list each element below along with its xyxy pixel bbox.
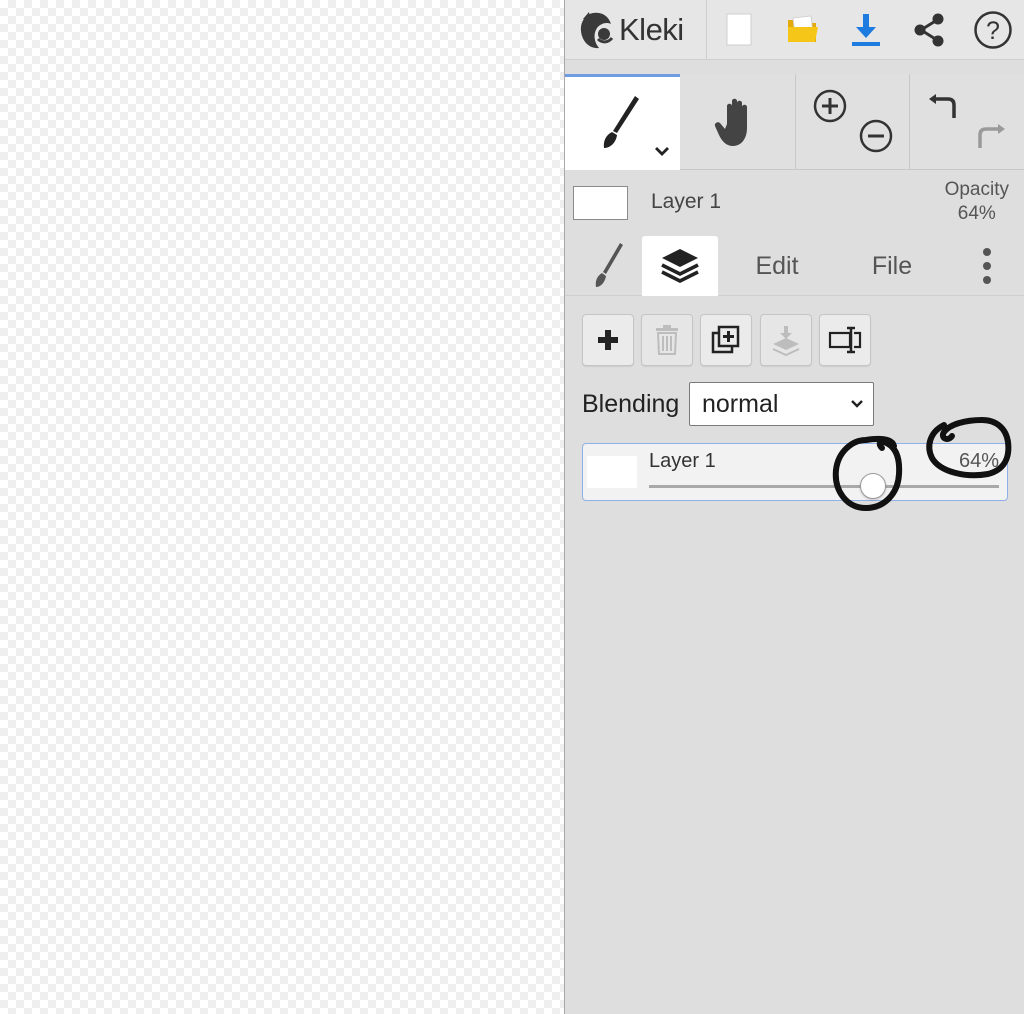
open-folder-icon bbox=[788, 15, 818, 42]
download-icon bbox=[852, 14, 880, 46]
layer-opacity-slider[interactable] bbox=[649, 485, 999, 488]
layer-opacity-slider-handle[interactable] bbox=[860, 473, 886, 499]
download-button[interactable] bbox=[842, 6, 890, 54]
share-button[interactable] bbox=[905, 6, 953, 54]
chevron-down-icon bbox=[851, 400, 863, 408]
hand-icon bbox=[714, 98, 747, 146]
new-image-button[interactable] bbox=[715, 6, 763, 54]
brush-tool-button[interactable] bbox=[565, 74, 680, 170]
blending-value: normal bbox=[702, 389, 779, 418]
primary-color-swatch[interactable] bbox=[573, 186, 628, 220]
trash-icon bbox=[656, 325, 678, 355]
panel-tabs: Edit File bbox=[565, 234, 1024, 296]
hand-tool-button[interactable] bbox=[680, 74, 795, 170]
toolbar-divider bbox=[706, 0, 707, 60]
brush-tab-icon bbox=[595, 243, 623, 287]
rename-icon bbox=[828, 326, 862, 354]
duplicate-icon bbox=[711, 325, 740, 354]
open-file-button[interactable] bbox=[779, 6, 827, 54]
duplicate-layer-button[interactable] bbox=[700, 314, 752, 366]
sidebar: Kleki ? Layer 1 Opacity 64% Edit File Bl… bbox=[564, 0, 1024, 1014]
layer-thumbnail bbox=[587, 456, 637, 488]
tab-file[interactable]: File bbox=[841, 236, 943, 296]
chevron-down-icon[interactable] bbox=[653, 145, 671, 159]
merge-down-icon bbox=[772, 326, 800, 356]
tab-edit[interactable]: Edit bbox=[725, 236, 829, 296]
layer-opacity-percent: 64% bbox=[958, 450, 999, 472]
delete-layer-button[interactable] bbox=[641, 314, 693, 366]
zoom-in-icon[interactable] bbox=[812, 88, 848, 124]
logo-icon bbox=[580, 12, 614, 49]
zoom-controls bbox=[795, 74, 910, 170]
merge-layer-button[interactable] bbox=[760, 314, 812, 366]
tab-brush[interactable] bbox=[575, 236, 643, 296]
undo-icon[interactable] bbox=[926, 88, 962, 124]
more-menu-button[interactable] bbox=[965, 236, 1009, 296]
blending-select[interactable]: normal bbox=[689, 382, 874, 426]
layer-name: Layer 1 bbox=[649, 450, 716, 472]
drawing-canvas[interactable] bbox=[0, 0, 564, 1014]
redo-icon[interactable] bbox=[972, 118, 1008, 154]
blending-label: Blending bbox=[582, 390, 680, 418]
new-image-icon bbox=[726, 13, 752, 46]
layers-icon bbox=[661, 249, 699, 283]
rename-layer-button[interactable] bbox=[819, 314, 871, 366]
plus-icon bbox=[598, 330, 618, 350]
current-layer-info: Layer 1 Opacity 64% bbox=[565, 170, 1024, 234]
tool-row bbox=[565, 74, 1024, 170]
app-logo[interactable]: Kleki bbox=[577, 8, 684, 52]
zoom-out-icon[interactable] bbox=[858, 118, 894, 154]
more-vertical-icon bbox=[983, 248, 991, 284]
top-toolbar: Kleki ? bbox=[565, 0, 1024, 60]
opacity-value: 64% bbox=[957, 203, 996, 224]
opacity-label: Opacity bbox=[944, 179, 1009, 200]
app-name: Kleki bbox=[619, 12, 684, 47]
share-icon bbox=[914, 13, 944, 47]
help-symbol: ? bbox=[986, 17, 1000, 45]
current-layer-name: Layer 1 bbox=[651, 190, 722, 213]
history-controls bbox=[910, 74, 1024, 170]
help-icon: ? bbox=[974, 11, 1012, 49]
layers-panel: Blending normal Layer 1 64% bbox=[565, 296, 1024, 1014]
add-layer-button[interactable] bbox=[582, 314, 634, 366]
tab-layers[interactable] bbox=[642, 236, 718, 296]
help-button[interactable]: ? bbox=[969, 6, 1017, 54]
layer-item[interactable]: Layer 1 64% bbox=[582, 443, 1008, 501]
current-layer-opacity: Opacity 64% bbox=[945, 178, 1009, 226]
brush-icon bbox=[603, 96, 639, 148]
